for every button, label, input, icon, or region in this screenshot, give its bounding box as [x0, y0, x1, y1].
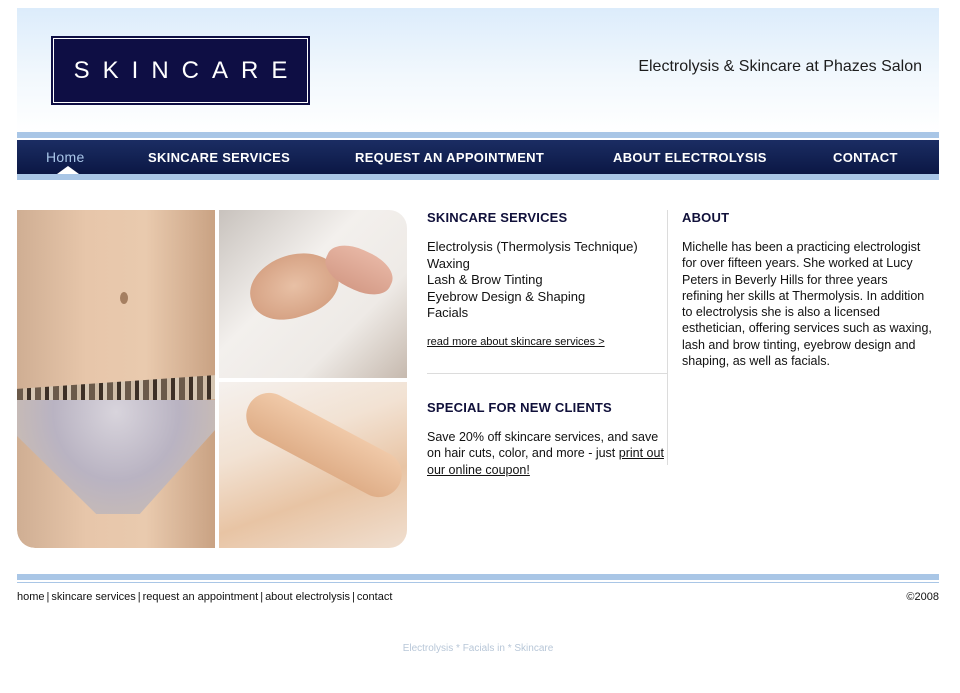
page: SKINCARE Electrolysis & Skincare at Phaz…: [17, 8, 939, 654]
footer-link-home[interactable]: home: [17, 591, 45, 603]
active-indicator: [57, 166, 79, 174]
photo-detail: [238, 384, 407, 506]
main-nav: Home SKINCARE SERVICES REQUEST AN APPOIN…: [17, 140, 939, 174]
about-heading: ABOUT: [682, 210, 730, 225]
photo-legs: [219, 382, 407, 548]
about-text: Michelle has been a practicing electrolo…: [682, 240, 932, 369]
special-section: SPECIAL FOR NEW CLIENTS Save 20% off ski…: [427, 400, 667, 478]
footer-link-skincare-services[interactable]: skincare services: [51, 591, 135, 603]
footer-stripe: [17, 574, 939, 580]
nav-request-appointment[interactable]: REQUEST AN APPOINTMENT: [355, 150, 544, 165]
read-more-services-link[interactable]: read more about skincare services >: [427, 336, 605, 348]
nav-skincare-services[interactable]: SKINCARE SERVICES: [148, 150, 290, 165]
footer-link-contact[interactable]: contact: [357, 591, 392, 603]
about-section: ABOUT Michelle has been a practicing ele…: [682, 210, 932, 369]
logo[interactable]: SKINCARE: [51, 36, 310, 105]
footer-nav: home | skincare services | request an appoin…: [17, 591, 392, 603]
service-item: Eyebrow Design & Shaping: [427, 288, 586, 304]
footer-separator: |: [352, 591, 355, 603]
tagline: Electrolysis & Skincare at Phazes Salon: [638, 58, 922, 75]
special-text: Save 20% off skincare services, and save…: [427, 429, 667, 478]
service-item: Waxing: [427, 255, 470, 271]
section-divider: [427, 373, 667, 374]
nav-home[interactable]: Home: [46, 149, 85, 165]
footer-link-about-electrolysis[interactable]: about electrolysis: [265, 591, 350, 603]
services-heading: SKINCARE SERVICES: [427, 210, 568, 225]
services-section: SKINCARE SERVICES Electrolysis (Thermoly…: [427, 210, 667, 350]
column-divider: [667, 210, 668, 465]
photo-collage: [17, 210, 407, 548]
nav-bottom-stripe: [17, 166, 939, 180]
footer-link-request-appointment[interactable]: request an appointment: [143, 591, 259, 603]
footer-line: [17, 582, 939, 583]
photo-body: [17, 210, 215, 548]
service-item: Electrolysis (Thermolysis Technique): [427, 239, 638, 254]
photo-detail: [120, 292, 128, 304]
special-heading: SPECIAL FOR NEW CLIENTS: [427, 400, 612, 415]
copyright: ©2008: [906, 591, 939, 603]
footer-separator: |: [137, 591, 141, 603]
nav-about-electrolysis[interactable]: ABOUT ELECTROLYSIS: [613, 150, 767, 165]
footer-keywords: Electrolysis * Facials in * Skincare: [402, 643, 554, 654]
service-item: Facials: [427, 305, 469, 320]
logo-text: SKINCARE: [73, 56, 301, 84]
photo-facial: [219, 210, 407, 378]
service-item: Lash & Brow Tinting: [427, 272, 543, 287]
nav-contact[interactable]: CONTACT: [833, 150, 898, 165]
photo-detail: [17, 400, 215, 514]
header: SKINCARE Electrolysis & Skincare at Phaz…: [17, 8, 939, 132]
